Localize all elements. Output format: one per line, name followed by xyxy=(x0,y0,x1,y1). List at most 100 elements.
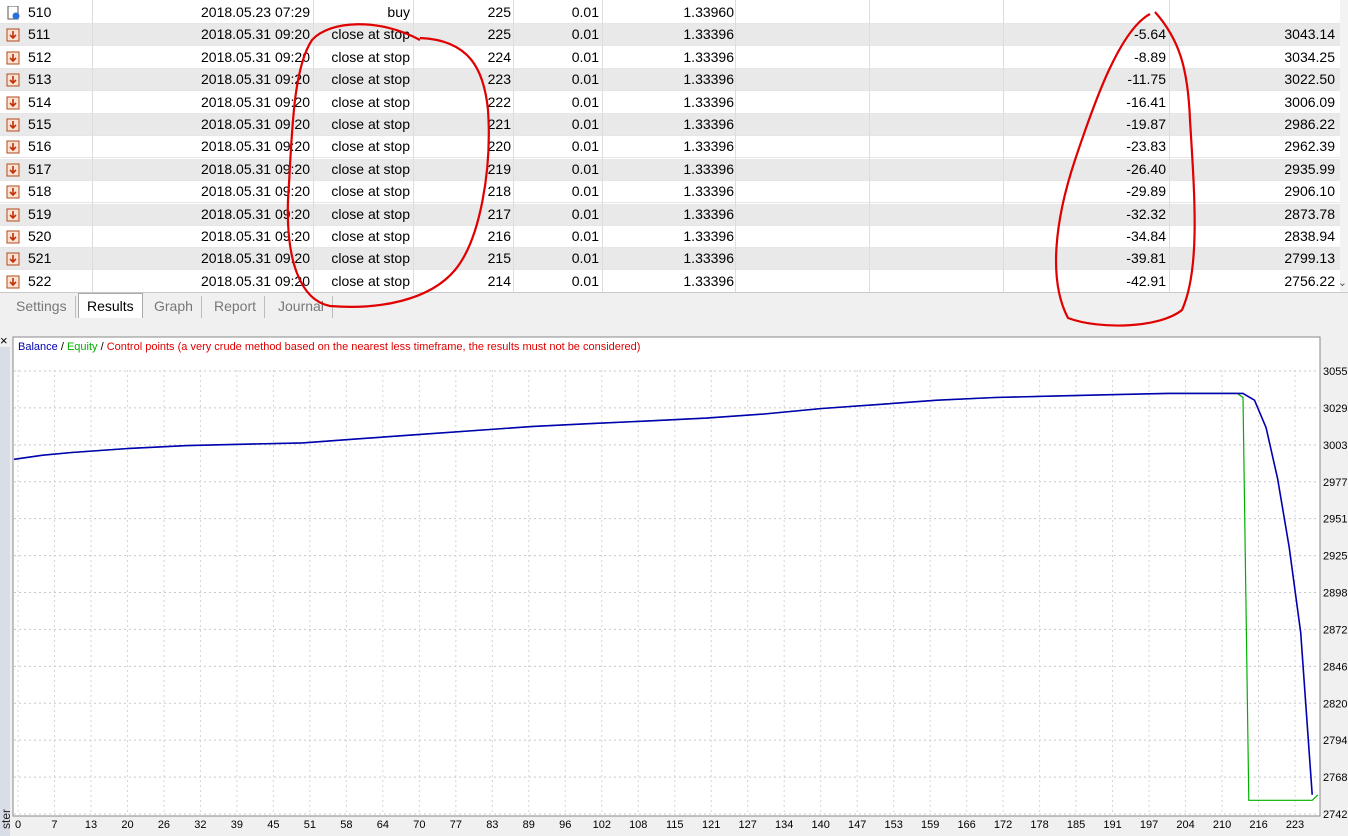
row-type: close at stop xyxy=(331,250,410,267)
close-order-icon xyxy=(6,118,20,132)
column-divider xyxy=(602,0,603,292)
row-time: 2018.05.31 09:20 xyxy=(201,71,310,88)
y-tick-label: 2898 xyxy=(1323,588,1347,600)
row-size: 0.01 xyxy=(571,272,599,289)
tab-report[interactable]: Report xyxy=(206,296,266,318)
row-id: 511 xyxy=(28,26,51,43)
table-row[interactable]: 522 2018.05.31 09:20 close at stop 214 0.01 1… xyxy=(0,271,1348,292)
row-profit: -11.75 xyxy=(1127,71,1166,88)
table-row[interactable]: 520 2018.05.31 09:20 close at stop 216 0.01 1… xyxy=(0,226,1348,248)
tab-journal[interactable]: Journal xyxy=(270,296,333,318)
legend-separator: / xyxy=(58,341,67,353)
row-id: 522 xyxy=(28,272,52,289)
row-size: 0.01 xyxy=(571,228,599,244)
table-row[interactable]: 511 2018.05.31 09:20 close at stop 225 0.01 1… xyxy=(0,24,1348,47)
x-tick-label: 185 xyxy=(1067,819,1085,831)
row-time: 2018.05.31 09:20 xyxy=(201,250,310,267)
tab-results[interactable]: Results xyxy=(78,293,143,318)
row-time: 2018.05.31 09:20 xyxy=(201,116,310,132)
x-tick-label: 13 xyxy=(85,819,97,831)
row-balance: 3006.09 xyxy=(1284,93,1335,110)
results-table: 510 2018.05.23 07:29 buy 225 0.01 1.33960 511 2… xyxy=(0,0,1348,292)
row-balance: 2756.22 xyxy=(1284,272,1335,289)
table-row[interactable]: 517 2018.05.31 09:20 close at stop 219 0.01 1… xyxy=(0,158,1348,181)
x-tick-label: 121 xyxy=(702,819,720,831)
table-row[interactable]: 516 2018.05.31 09:20 close at stop 220 0.01 1… xyxy=(0,136,1348,159)
row-time: 2018.05.31 09:20 xyxy=(201,26,310,43)
row-balance: 2962.39 xyxy=(1284,138,1335,155)
table-row[interactable]: 521 2018.05.31 09:20 close at stop 215 0.01 1… xyxy=(0,248,1348,271)
table-row[interactable]: 518 2018.05.31 09:20 close at stop 218 0.01 1… xyxy=(0,181,1348,204)
close-order-icon xyxy=(6,275,20,289)
x-tick-label: 77 xyxy=(450,819,462,831)
row-profit: -29.89 xyxy=(1126,183,1166,200)
row-order: 223 xyxy=(487,71,511,88)
row-balance: 3043.14 xyxy=(1284,26,1335,43)
row-id: 521 xyxy=(28,250,52,267)
tester-tabs: Settings Results Graph Report Journal xyxy=(0,292,1348,318)
row-profit: -42.91 xyxy=(1126,272,1166,289)
x-tick-label: 0 xyxy=(15,819,21,831)
tab-settings[interactable]: Settings xyxy=(8,296,76,318)
scroll-down-icon[interactable]: ⌄ xyxy=(1338,276,1347,289)
row-type: close at stop xyxy=(331,160,410,177)
row-profit: -8.89 xyxy=(1134,48,1166,65)
row-size: 0.01 xyxy=(571,93,599,110)
x-tick-label: 96 xyxy=(559,819,571,831)
y-tick-label: 2951 xyxy=(1323,514,1347,526)
row-type: close at stop xyxy=(331,71,410,88)
row-order: 218 xyxy=(487,183,511,200)
close-order-icon xyxy=(6,163,20,177)
x-tick-label: 70 xyxy=(413,819,425,831)
row-price: 1.33396 xyxy=(683,228,734,244)
table-row[interactable]: 513 2018.05.31 09:20 close at stop 223 0.01 1… xyxy=(0,69,1348,92)
x-tick-label: 89 xyxy=(523,819,535,831)
row-type: close at stop xyxy=(331,26,410,43)
row-time: 2018.05.31 09:20 xyxy=(201,93,310,110)
x-tick-label: 39 xyxy=(231,819,243,831)
y-tick-label: 2820 xyxy=(1323,698,1347,710)
y-tick-label: 2768 xyxy=(1323,772,1347,784)
row-order: 219 xyxy=(487,160,511,177)
table-row[interactable]: 519 2018.05.31 09:20 close at stop 217 0.01 1… xyxy=(0,203,1348,226)
row-order: 222 xyxy=(487,93,511,110)
table-row[interactable]: 515 2018.05.31 09:20 close at stop 221 0.01 1… xyxy=(0,114,1348,136)
legend: Balance / Equity / Control points (a ver… xyxy=(18,341,640,353)
y-tick-label: 2872 xyxy=(1323,624,1347,636)
table-row[interactable]: 510 2018.05.23 07:29 buy 225 0.01 1.33960 xyxy=(0,2,1348,24)
row-type: close at stop xyxy=(331,272,410,289)
row-time: 2018.05.23 07:29 xyxy=(201,4,310,20)
y-tick-label: 2846 xyxy=(1323,661,1347,673)
x-tick-label: 64 xyxy=(377,819,389,831)
column-divider xyxy=(735,0,736,292)
x-tick-label: 127 xyxy=(739,819,757,831)
y-tick-label: 2977 xyxy=(1323,477,1347,489)
row-size: 0.01 xyxy=(571,183,599,200)
close-order-icon xyxy=(6,73,20,87)
x-tick-label: 210 xyxy=(1213,819,1231,831)
row-price: 1.33396 xyxy=(683,138,734,155)
x-tick-label: 159 xyxy=(921,819,939,831)
row-profit: -32.32 xyxy=(1126,205,1166,222)
vertical-scrollbar[interactable] xyxy=(1340,0,1348,292)
row-id: 510 xyxy=(28,4,52,20)
legend-equity: Equity xyxy=(67,341,98,353)
column-divider xyxy=(1169,0,1170,292)
table-row[interactable]: 514 2018.05.31 09:20 close at stop 222 0.01 1… xyxy=(0,92,1348,114)
column-divider xyxy=(413,0,414,292)
row-size: 0.01 xyxy=(571,4,599,20)
row-order: 225 xyxy=(487,26,511,43)
column-divider xyxy=(92,0,93,292)
row-id: 517 xyxy=(28,160,52,177)
row-profit: -23.83 xyxy=(1126,138,1166,155)
table-row[interactable]: 512 2018.05.31 09:20 close at stop 224 0.01 1… xyxy=(0,47,1348,69)
x-tick-label: 191 xyxy=(1103,819,1121,831)
row-profit: -26.40 xyxy=(1126,160,1166,177)
row-id: 513 xyxy=(28,71,52,88)
row-type: buy xyxy=(387,4,410,20)
tab-graph[interactable]: Graph xyxy=(146,296,202,318)
y-axis: 3055 3029 3003 2977 2951 2925 2898 2872 2846 2820… xyxy=(1323,366,1347,821)
row-balance: 2838.94 xyxy=(1284,228,1335,244)
x-tick-label: 26 xyxy=(158,819,170,831)
close-order-icon xyxy=(6,96,20,110)
